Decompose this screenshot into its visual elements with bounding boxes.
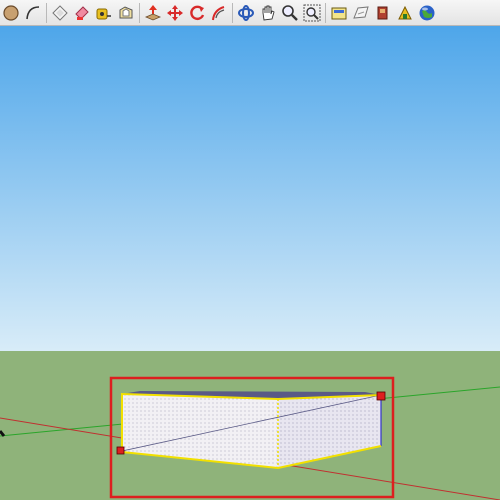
google-earth-button[interactable] bbox=[417, 2, 437, 24]
paint-bucket-tool-button[interactable] bbox=[72, 2, 92, 24]
move-icon bbox=[167, 4, 183, 21]
model-viewport[interactable] bbox=[0, 26, 500, 500]
sketchup-window bbox=[0, 0, 500, 500]
extension-icon bbox=[398, 5, 412, 19]
tape-measure-tool-button[interactable] bbox=[94, 2, 114, 24]
share-model-icon bbox=[353, 5, 369, 19]
eraser-tool-button[interactable] bbox=[50, 2, 70, 24]
pan-hand-icon bbox=[262, 5, 275, 21]
zoom-tool-button[interactable] bbox=[280, 2, 300, 24]
follow-me-tool-button[interactable] bbox=[209, 2, 229, 24]
paint-bucket-icon bbox=[75, 5, 89, 20]
rotate-tool-button[interactable] bbox=[187, 2, 207, 24]
push-pull-icon bbox=[144, 4, 162, 20]
rotate-icon bbox=[190, 5, 205, 20]
sky bbox=[0, 26, 500, 351]
tape-measure-icon bbox=[96, 8, 111, 19]
vertex-grip-top[interactable] bbox=[376, 391, 386, 401]
components-button[interactable] bbox=[373, 2, 393, 24]
follow-me-icon bbox=[212, 5, 225, 20]
model-warehouse-button[interactable] bbox=[329, 2, 349, 24]
push-pull-tool-button[interactable] bbox=[143, 2, 163, 24]
circle-tool-button[interactable] bbox=[1, 2, 21, 24]
toolbar-separator bbox=[325, 2, 326, 23]
extension-button[interactable] bbox=[395, 2, 415, 24]
share-model-button[interactable] bbox=[351, 2, 371, 24]
circle-icon bbox=[3, 4, 19, 21]
arc-icon bbox=[26, 5, 40, 19]
main-toolbar bbox=[0, 0, 500, 26]
components-icon bbox=[377, 6, 388, 19]
pan-tool-button[interactable] bbox=[258, 2, 278, 24]
google-earth-icon bbox=[419, 5, 435, 20]
arc-tool-button[interactable] bbox=[23, 2, 43, 24]
toolbar-separator bbox=[46, 2, 47, 23]
move-tool-button[interactable] bbox=[165, 2, 185, 24]
vertex-grip-bottom[interactable] bbox=[116, 446, 125, 455]
offset-tool-button[interactable] bbox=[116, 2, 136, 24]
toolbar-separator bbox=[232, 2, 233, 23]
offset-icon bbox=[119, 5, 133, 18]
zoom-extents-icon bbox=[303, 4, 321, 21]
orbit-tool-button[interactable] bbox=[236, 2, 256, 24]
eraser-icon bbox=[52, 4, 68, 21]
zoom-extents-tool-button[interactable] bbox=[302, 2, 322, 24]
scene-canvas[interactable] bbox=[0, 26, 500, 500]
model-warehouse-icon bbox=[331, 7, 347, 19]
zoom-icon bbox=[282, 4, 298, 21]
toolbar-separator bbox=[139, 2, 140, 23]
orbit-icon bbox=[238, 4, 254, 21]
